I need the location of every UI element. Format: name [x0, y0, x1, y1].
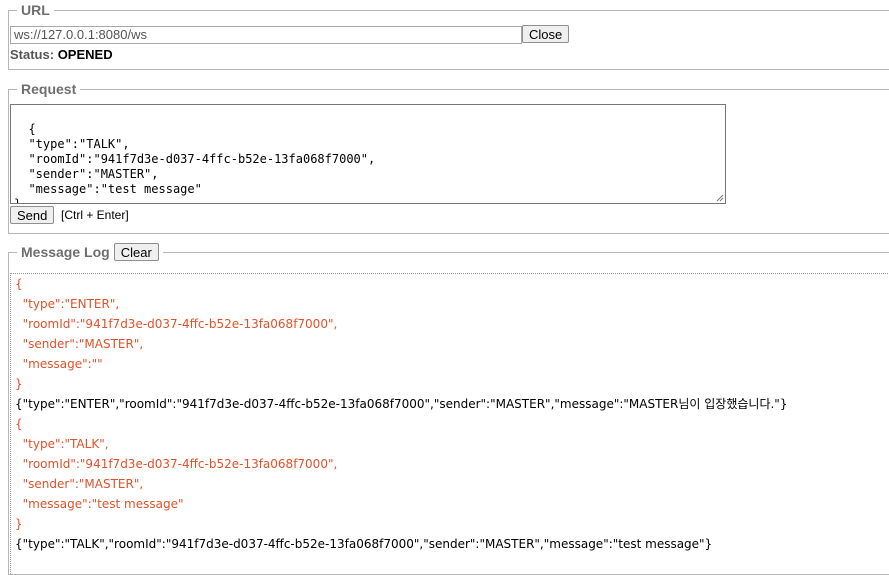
clear-button[interactable]: Clear	[113, 243, 159, 261]
log-line-sent: "type":"ENTER",	[15, 297, 120, 311]
log-line-sent: "roomId":"941f7d3e-d037-4ffc-b52e-13fa06…	[15, 317, 338, 331]
status-value: OPENED	[57, 47, 113, 62]
url-input[interactable]: ws://127.0.0.1:8080/ws	[10, 26, 522, 44]
close-button[interactable]: Close	[522, 25, 570, 43]
request-textarea[interactable]: { "type":"TALK", "roomId":"941f7d3e-d037…	[10, 104, 726, 204]
send-button[interactable]: Send	[10, 206, 55, 224]
log-line-sent: "message":""	[15, 357, 103, 371]
request-legend: Request	[21, 81, 77, 97]
log-line-sent: "sender":"MASTER",	[15, 477, 144, 491]
url-legend: URL	[21, 2, 50, 18]
request-body: { "type":"TALK", "roomId":"941f7d3e-d037…	[14, 122, 376, 204]
message-log-legend: Message Log Clear	[17, 243, 163, 261]
log-line-sent: {	[15, 277, 23, 291]
message-log-title: Message Log	[21, 244, 110, 260]
log-line-sent: "roomId":"941f7d3e-d037-4ffc-b52e-13fa06…	[15, 457, 338, 471]
log-line-received: {"type":"TALK","roomId":"941f7d3e-d037-4…	[15, 537, 713, 551]
log-line-sent: "type":"TALK",	[15, 437, 109, 451]
log-line-sent: }	[15, 377, 23, 391]
send-shortcut-hint: [Ctrl + Enter]	[61, 208, 129, 222]
message-log[interactable]: { "type":"ENTER", "roomId":"941f7d3e-d03…	[10, 273, 889, 574]
status-row: Status: OPENED	[10, 47, 113, 62]
log-line-received: {"type":"ENTER","roomId":"941f7d3e-d037-…	[15, 397, 788, 411]
status-label: Status:	[10, 47, 55, 62]
log-line-sent: "message":"test message"	[15, 497, 184, 511]
log-line-sent: {	[15, 417, 23, 431]
log-line-sent: "sender":"MASTER",	[15, 337, 144, 351]
resize-handle-icon[interactable]	[716, 194, 724, 202]
log-line-sent: }	[15, 517, 23, 531]
